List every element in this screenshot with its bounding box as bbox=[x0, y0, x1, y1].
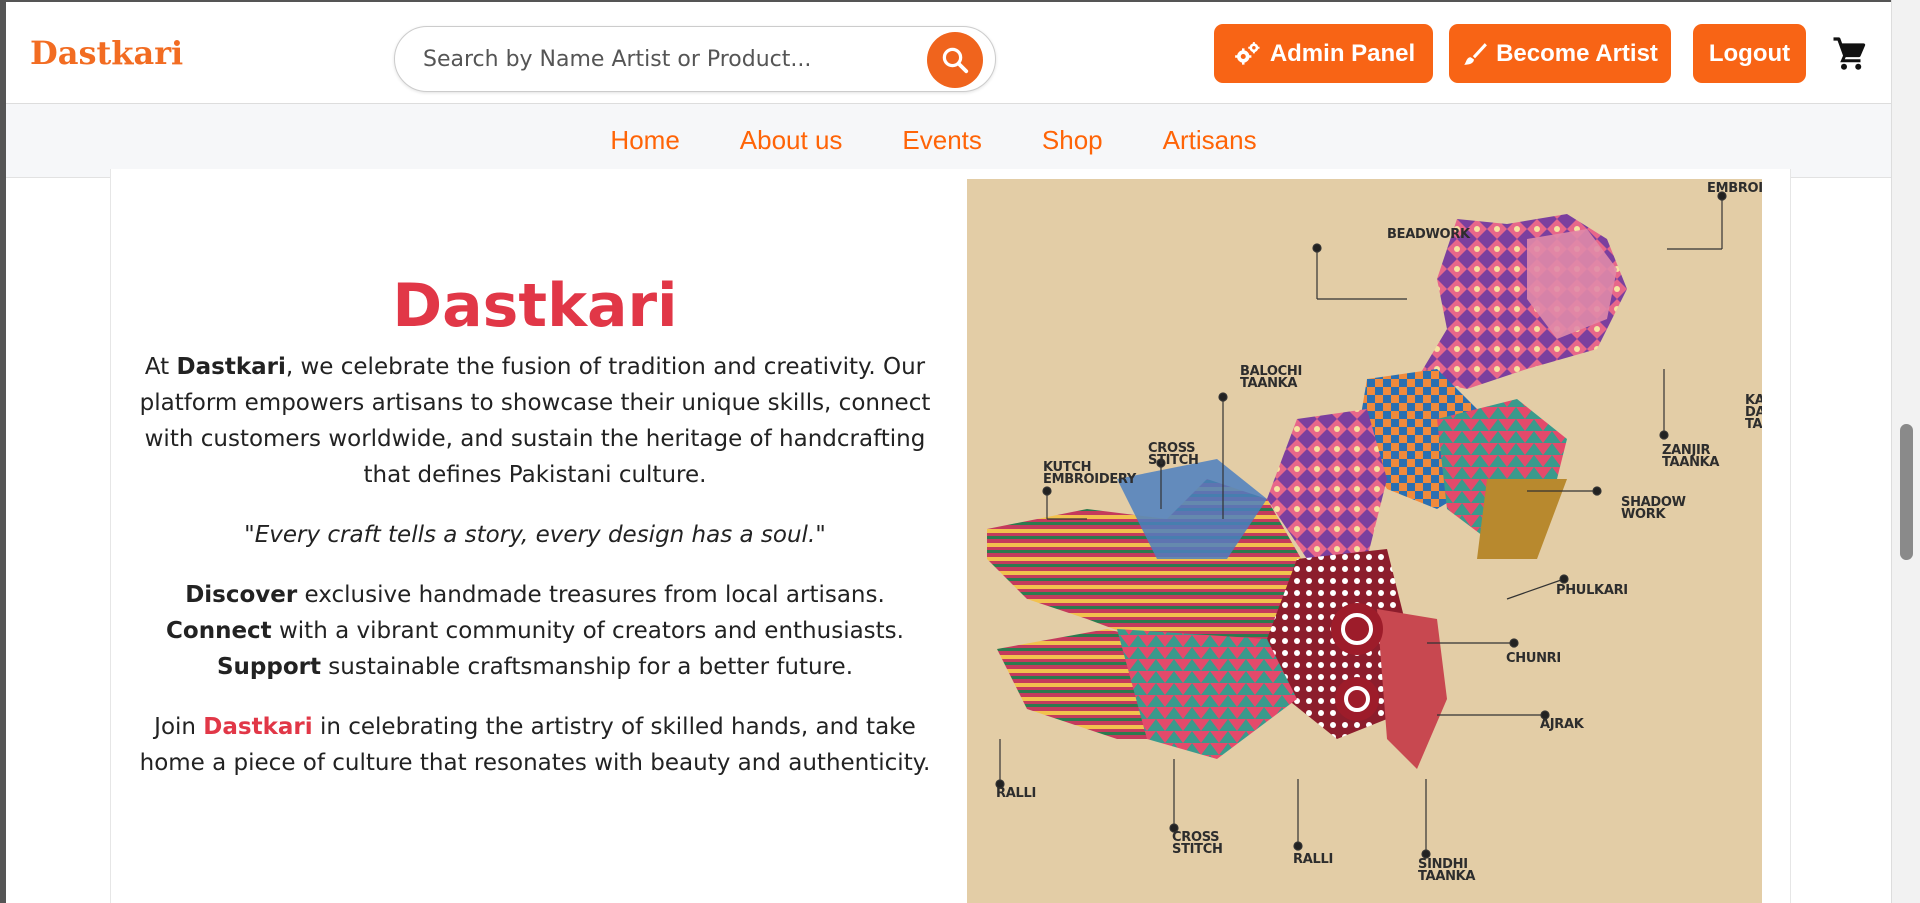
become-artist-label: Become Artist bbox=[1496, 39, 1658, 67]
join-brand: Dastkari bbox=[203, 714, 313, 740]
feature-connect-text: with a vibrant community of creators and… bbox=[271, 618, 904, 644]
map-label-ajrak: AJRAK bbox=[1540, 717, 1584, 732]
about-text: Dastkari At Dastkari, we celebrate the f… bbox=[135, 169, 935, 805]
search-icon bbox=[942, 47, 969, 74]
feature-connect: Connect with a vibrant community of crea… bbox=[135, 613, 935, 649]
about-card: Dastkari At Dastkari, we celebrate the f… bbox=[110, 169, 1791, 903]
search-button[interactable] bbox=[927, 32, 983, 88]
nav-shop[interactable]: Shop bbox=[1042, 125, 1103, 156]
map-label-balochi-taanka: BALOCHI TAANKA bbox=[1240, 364, 1302, 391]
feature-support: Support sustainable craftsmanship for a … bbox=[135, 649, 935, 685]
about-title: Dastkari bbox=[392, 271, 678, 341]
gears-icon bbox=[1234, 41, 1260, 65]
map-label-beadwork: BEADWORK bbox=[1387, 227, 1470, 242]
logout-button[interactable]: Logout bbox=[1693, 24, 1806, 83]
map-label-kutch-embroidery: KUTCH EMBROIDERY bbox=[1043, 460, 1137, 487]
map-label-chunri: CHUNRI bbox=[1506, 651, 1561, 666]
feature-discover-bold: Discover bbox=[185, 582, 298, 608]
brush-icon bbox=[1464, 42, 1487, 65]
intro-brand: Dastkari bbox=[176, 354, 286, 380]
search-bar bbox=[394, 26, 996, 92]
feature-support-text: sustainable craftsmanship for a better f… bbox=[320, 654, 854, 680]
nav-artisans[interactable]: Artisans bbox=[1163, 125, 1257, 156]
map-label-ralli-1: RALLI bbox=[996, 786, 1036, 801]
admin-panel-button[interactable]: Admin Panel bbox=[1214, 24, 1433, 83]
map-label-cross-stitch-1: CROSS STITCH bbox=[1148, 441, 1199, 468]
map-label-kas-da-taa: KAS DA TAA bbox=[1745, 393, 1762, 432]
cart-icon[interactable] bbox=[1832, 36, 1868, 72]
browser-viewport: Dastkari Search by Name Artist or Produc… bbox=[6, 2, 1891, 903]
feature-support-bold: Support bbox=[216, 654, 321, 680]
main-content: Dastkari At Dastkari, we celebrate the f… bbox=[6, 169, 1891, 903]
nav-home[interactable]: Home bbox=[610, 125, 679, 156]
about-intro: At Dastkari, we celebrate the fusion of … bbox=[135, 349, 935, 493]
nav-events[interactable]: Events bbox=[902, 125, 982, 156]
scrollbar-thumb[interactable] bbox=[1900, 424, 1913, 560]
map-label-cross-stitch-2: CROSS STITCH bbox=[1172, 830, 1223, 857]
map-label-shadow-work: SHADOW WORK bbox=[1621, 495, 1686, 522]
map-label-embroi: EMBROI bbox=[1707, 181, 1762, 196]
feature-list: Discover exclusive handmade treasures fr… bbox=[135, 577, 935, 685]
search-input[interactable] bbox=[397, 29, 917, 89]
feature-discover: Discover exclusive handmade treasures fr… bbox=[135, 577, 935, 613]
intro-prefix: At bbox=[144, 354, 177, 380]
about-quote: "Every craft tells a story, every design… bbox=[244, 522, 826, 548]
nav-about-us[interactable]: About us bbox=[740, 125, 843, 156]
craft-map-image: EMBROI BEADWORK BALOCHI TAANKA CROSS STI… bbox=[967, 179, 1762, 903]
become-artist-button[interactable]: Become Artist bbox=[1449, 24, 1671, 83]
map-label-phulkari: PHULKARI bbox=[1556, 583, 1628, 598]
page-scrollbar[interactable] bbox=[1891, 0, 1920, 903]
feature-discover-text: exclusive handmade treasures from local … bbox=[297, 582, 885, 608]
top-header: Dastkari Search by Name Artist or Produc… bbox=[6, 2, 1891, 104]
map-label-zanjir-taanka: ZANJIR TAANKA bbox=[1662, 443, 1720, 470]
about-join: Join Dastkari in celebrating the artistr… bbox=[135, 709, 935, 781]
map-label-sindhi-taanka: SINDHI TAANKA bbox=[1418, 857, 1476, 884]
map-label-ralli-2: RALLI bbox=[1293, 852, 1333, 867]
main-nav: Home About us Events Shop Artisans bbox=[6, 104, 1891, 178]
feature-connect-bold: Connect bbox=[166, 618, 272, 644]
admin-panel-label: Admin Panel bbox=[1269, 39, 1416, 67]
site-logo[interactable]: Dastkari bbox=[30, 34, 183, 72]
join-prefix: Join bbox=[154, 714, 204, 740]
pakistan-craft-map bbox=[987, 191, 1727, 859]
